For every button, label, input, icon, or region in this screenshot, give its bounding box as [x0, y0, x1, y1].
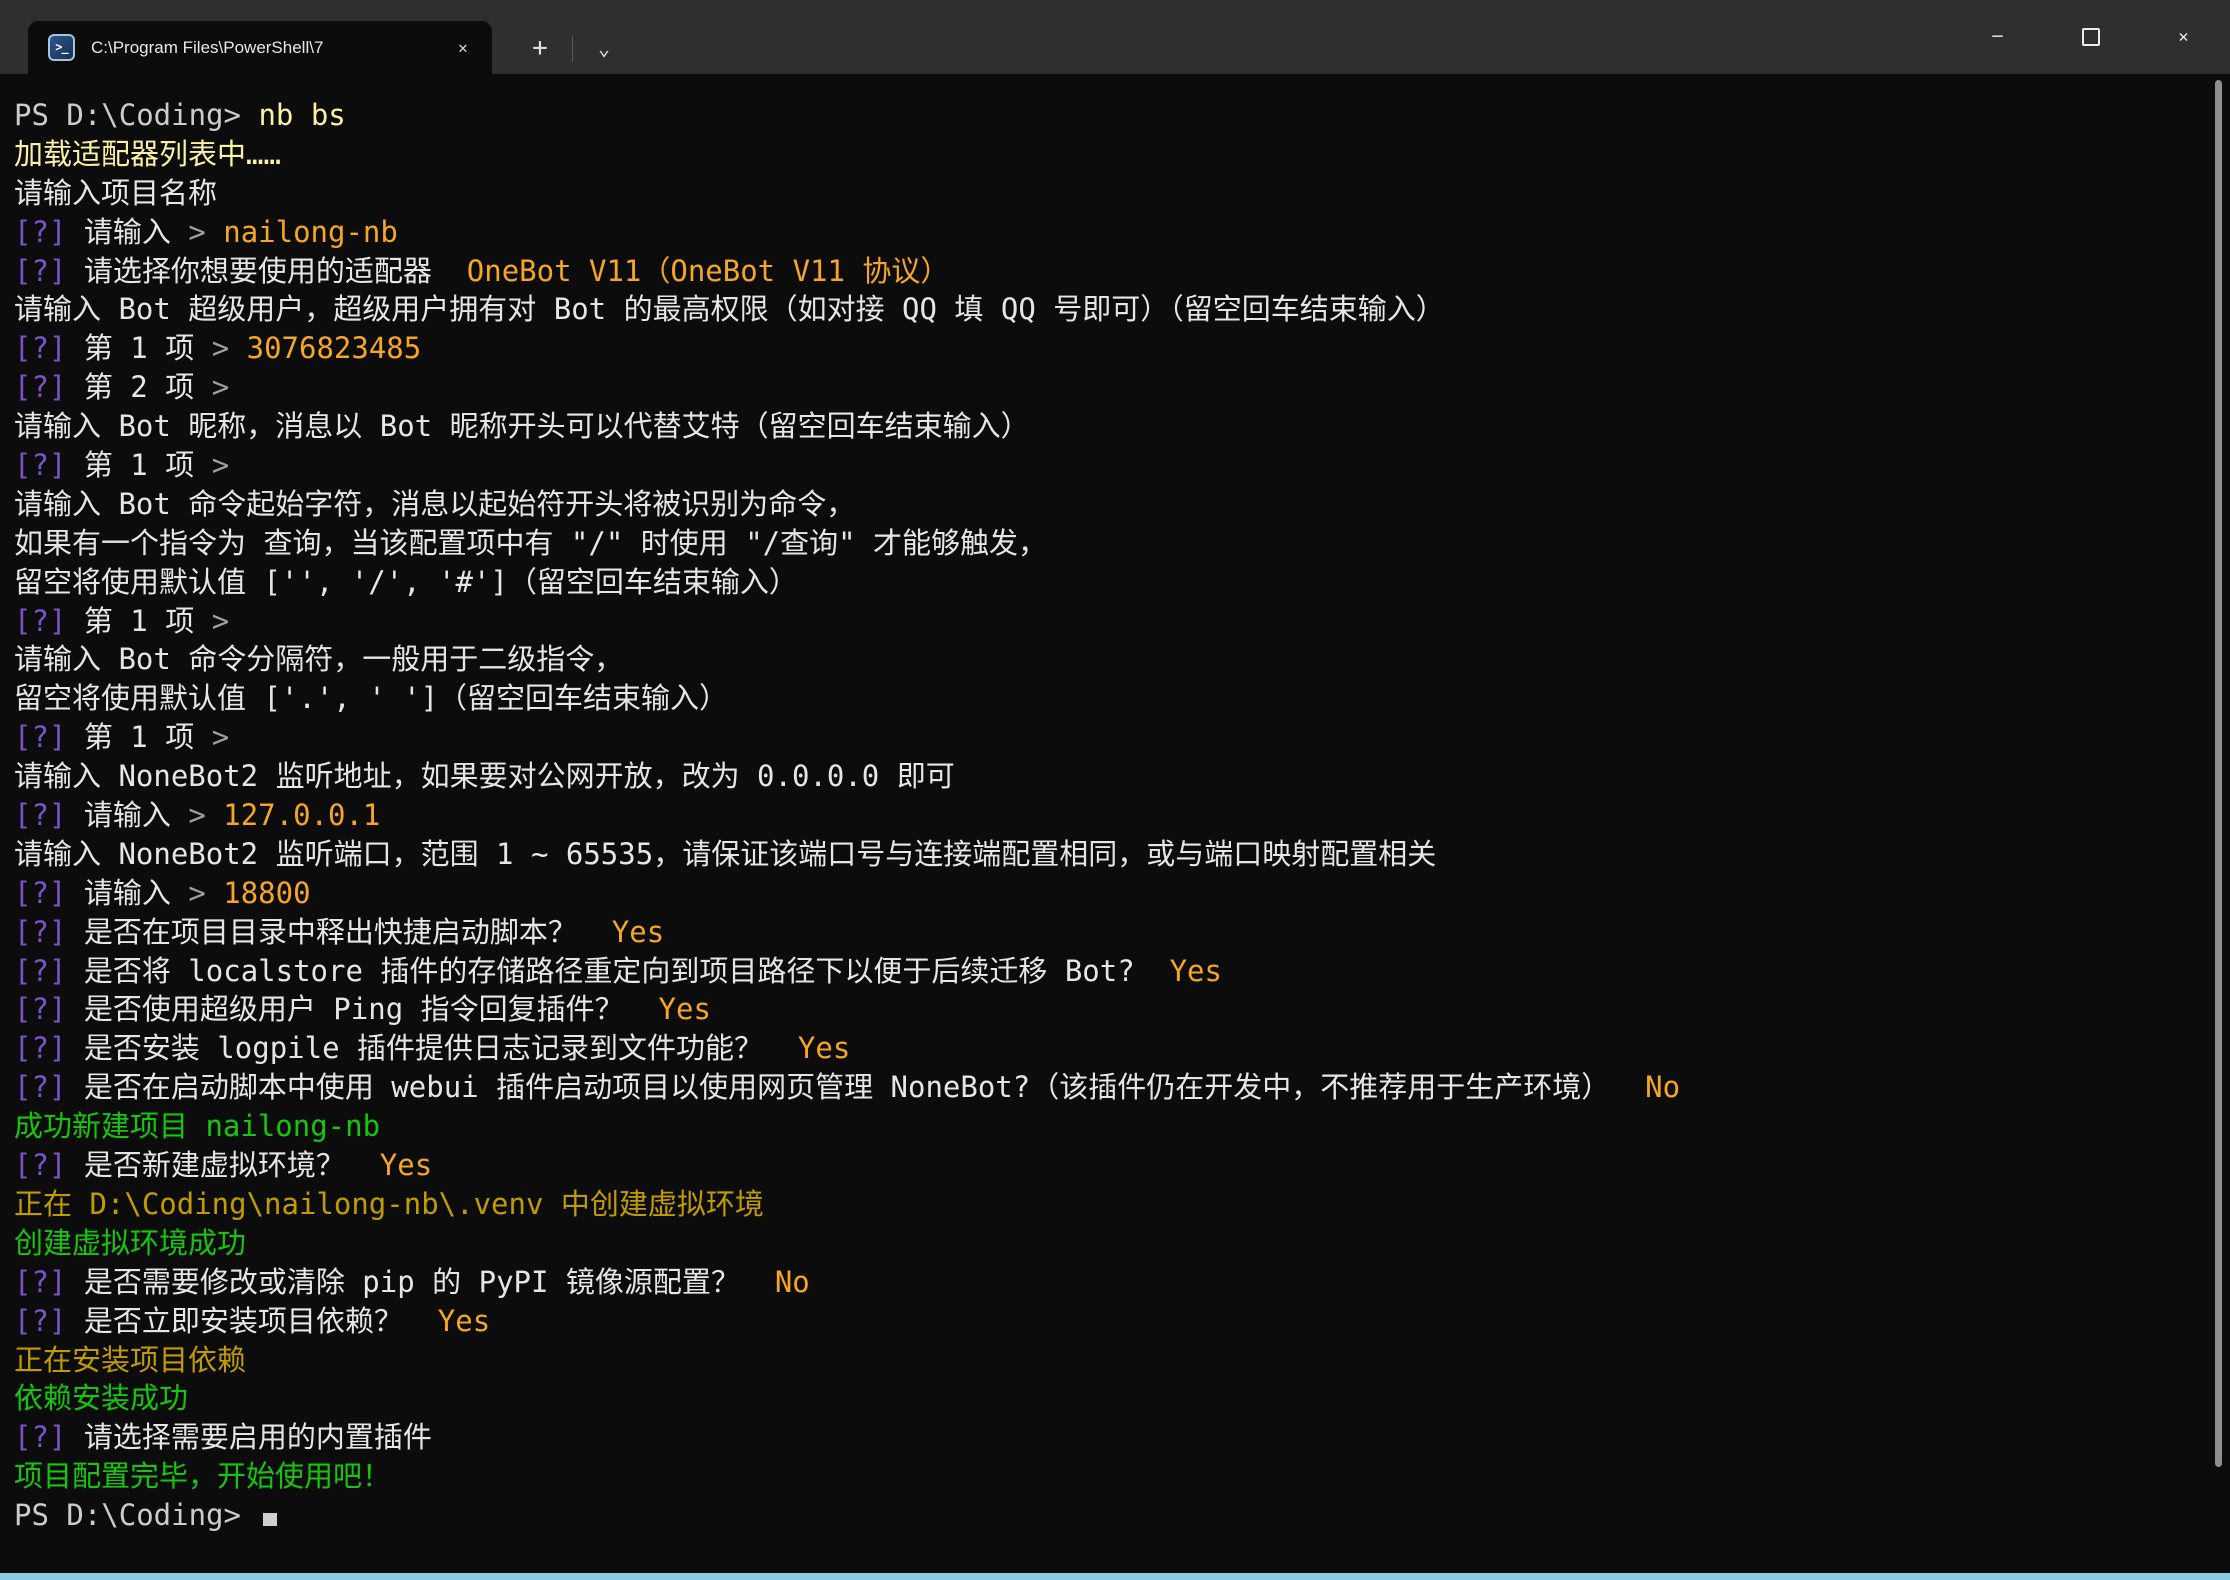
terminal-line: [?] 是否在项目目录中释出快捷启动脚本？ Yes [14, 913, 2230, 952]
powershell-icon: >_ [48, 34, 75, 61]
window-controls: ─ ✕ [1951, 0, 2230, 74]
terminal-line: [?] 是否在启动脚本中使用 webui 插件启动项目以使用网页管理 NoneB… [14, 1068, 2230, 1107]
terminal-line: [?] 是否立即安装项目依赖？ Yes [14, 1302, 2230, 1341]
terminal-line: [?] 请输入 > 127.0.0.1 [14, 796, 2230, 835]
terminal-output[interactable]: PS D:\Coding> nb bs加载适配器列表中……请输入项目名称[?] … [0, 74, 2230, 1573]
close-icon: ✕ [2178, 27, 2188, 47]
background-window-edge [0, 1573, 2230, 1580]
title-bar: >_ C:\Program Files\PowerShell\7 ✕ + ⌄ ─… [0, 0, 2230, 74]
terminal-line: 加载适配器列表中…… [14, 135, 2230, 174]
terminal-line: 项目配置完毕，开始使用吧！ [14, 1457, 2230, 1496]
minimize-icon: ─ [1992, 27, 2002, 47]
terminal-line: 留空将使用默认值 ['.', ' ']（留空回车结束输入） [14, 679, 2230, 718]
terminal-line: 请输入 Bot 超级用户，超级用户拥有对 Bot 的最高权限（如对接 QQ 填 … [14, 290, 2230, 329]
terminal-line: 正在安装项目依赖 [14, 1341, 2230, 1380]
terminal-line: [?] 是否将 localstore 插件的存储路径重定向到项目路径下以便于后续… [14, 952, 2230, 991]
minimize-button[interactable]: ─ [1951, 0, 2044, 74]
terminal-line: 创建虚拟环境成功 [14, 1224, 2230, 1263]
terminal-line: 请输入 Bot 命令起始字符，消息以起始符开头将被识别为命令， [14, 485, 2230, 524]
terminal-line: 请输入项目名称 [14, 174, 2230, 213]
terminal-line: 请输入 NoneBot2 监听地址，如果要对公网开放，改为 0.0.0.0 即可 [14, 757, 2230, 796]
new-tab-button[interactable]: + [518, 28, 562, 68]
titlebar-divider [572, 36, 573, 62]
tab-dropdown-button[interactable]: ⌄ [582, 28, 626, 68]
plus-icon: + [532, 33, 548, 63]
close-button[interactable]: ✕ [2137, 0, 2230, 74]
terminal-line: 留空将使用默认值 ['', '/', '#']（留空回车结束输入） [14, 563, 2230, 602]
terminal-line: [?] 是否使用超级用户 Ping 指令回复插件？ Yes [14, 990, 2230, 1029]
tab-close-button[interactable]: ✕ [446, 31, 480, 65]
terminal-line: 正在 D:\Coding\nailong-nb\.venv 中创建虚拟环境 [14, 1185, 2230, 1224]
close-icon: ✕ [458, 38, 468, 57]
terminal-line: 请输入 Bot 命令分隔符，一般用于二级指令， [14, 640, 2230, 679]
terminal-line: [?] 请选择需要启用的内置插件 [14, 1418, 2230, 1457]
terminal-line: [?] 是否新建虚拟环境？ Yes [14, 1146, 2230, 1185]
terminal-window: >_ C:\Program Files\PowerShell\7 ✕ + ⌄ ─… [0, 0, 2230, 1580]
terminal-line: [?] 请输入 > nailong-nb [14, 213, 2230, 252]
tab-title: C:\Program Files\PowerShell\7 [91, 38, 446, 58]
terminal-line: [?] 是否安装 logpile 插件提供日志记录到文件功能？ Yes [14, 1029, 2230, 1068]
terminal-line: 如果有一个指令为 查询，当该配置项中有 "/" 时使用 "/查询" 才能够触发， [14, 524, 2230, 563]
terminal-line: 依赖安装成功 [14, 1379, 2230, 1418]
maximize-button[interactable] [2044, 0, 2137, 74]
chevron-down-icon: ⌄ [598, 36, 610, 60]
terminal-line: [?] 第 1 项 > 3076823485 [14, 329, 2230, 368]
tab-powershell[interactable]: >_ C:\Program Files\PowerShell\7 ✕ [28, 21, 492, 74]
terminal-line: [?] 第 1 项 > [14, 446, 2230, 485]
terminal-line: [?] 第 1 项 > [14, 718, 2230, 757]
maximize-icon [2082, 28, 2100, 46]
terminal-line: PS D:\Coding> nb bs [14, 96, 2230, 135]
text-cursor [263, 1513, 277, 1526]
terminal-line: [?] 是否需要修改或清除 pip 的 PyPI 镜像源配置？ No [14, 1263, 2230, 1302]
terminal-line: PS D:\Coding> [14, 1496, 2230, 1535]
scrollbar[interactable] [2215, 80, 2222, 1467]
terminal-line: [?] 第 2 项 > [14, 368, 2230, 407]
terminal-line: [?] 请输入 > 18800 [14, 874, 2230, 913]
terminal-line: 成功新建项目 nailong-nb [14, 1107, 2230, 1146]
terminal-line: 请输入 Bot 昵称，消息以 Bot 昵称开头可以代替艾特（留空回车结束输入） [14, 407, 2230, 446]
terminal-line: 请输入 NoneBot2 监听端口，范围 1 ~ 65535，请保证该端口号与连… [14, 835, 2230, 874]
terminal-line: [?] 请选择你想要使用的适配器 OneBot V11（OneBot V11 协… [14, 252, 2230, 291]
terminal-line: [?] 第 1 项 > [14, 602, 2230, 641]
